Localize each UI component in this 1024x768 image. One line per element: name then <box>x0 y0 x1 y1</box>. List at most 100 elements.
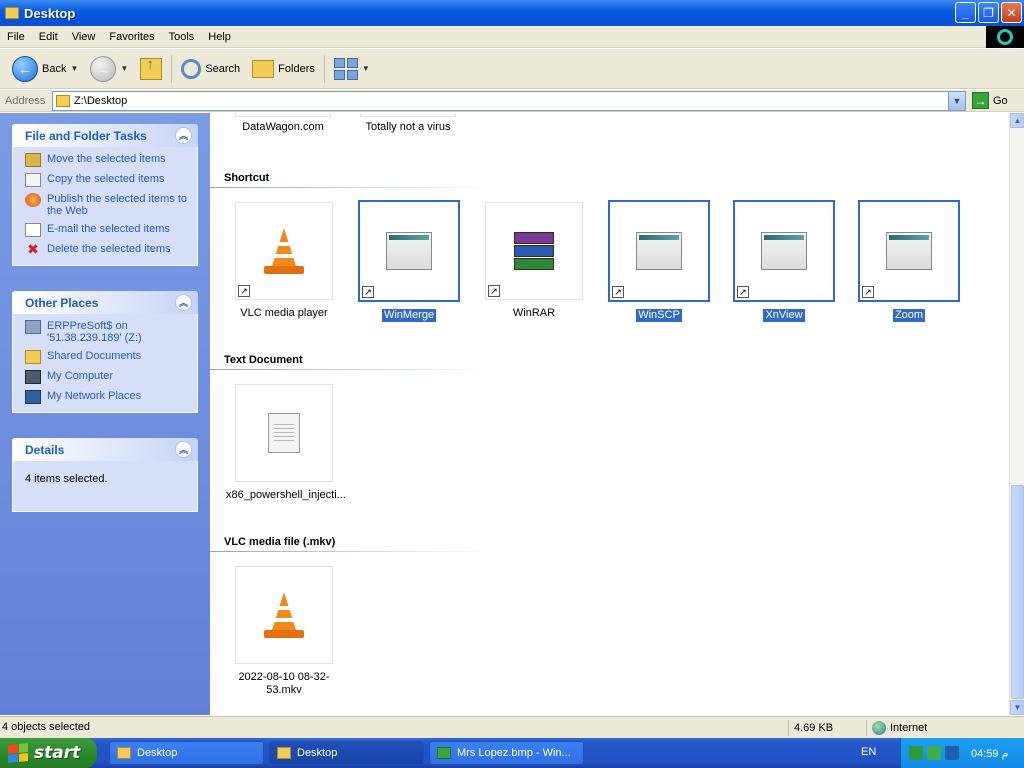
task-pane: File and Folder Tasks ︽ Move the selecte… <box>0 113 210 715</box>
file-item-winrar[interactable]: ↗ WinRAR <box>474 202 594 320</box>
file-item-vlc[interactable]: ↗ VLC media player <box>224 202 344 320</box>
place-shared-documents[interactable]: Shared Documents <box>25 350 189 364</box>
tray-monitor-icon[interactable] <box>945 746 959 760</box>
paint-icon <box>437 747 451 759</box>
folders-label: Folders <box>278 62 315 75</box>
place-network-drive[interactable]: ERPPreSoft$ on '51.38.239.189' (Z:) <box>25 320 189 344</box>
menu-favorites[interactable]: Favorites <box>102 31 161 43</box>
language-indicator[interactable]: EN <box>861 746 876 758</box>
file-item-winmerge[interactable]: ↗ WinMerge <box>349 200 469 323</box>
back-button[interactable]: ← Back ▼ <box>6 52 84 86</box>
folders-button[interactable]: Folders <box>246 52 321 86</box>
shortcut-arrow-icon: ↗ <box>488 285 500 297</box>
chevron-down-icon[interactable]: ▼ <box>120 64 128 73</box>
panel-body: Move the selected items Copy the selecte… <box>12 147 198 266</box>
menu-help[interactable]: Help <box>201 31 238 43</box>
file-item-text-document[interactable]: x86_powershell_injecti... <box>224 384 346 502</box>
tray-network-icon[interactable] <box>909 746 923 760</box>
text-document-icon <box>268 413 300 453</box>
panel-body: 4 items selected. <box>12 461 198 512</box>
scroll-up-icon[interactable]: ▲ <box>1010 113 1024 128</box>
panel-title: Other Places <box>25 295 99 310</box>
menu-view[interactable]: View <box>65 31 103 43</box>
panel-header[interactable]: Other Places ︽ <box>12 291 198 314</box>
menu-tools[interactable]: Tools <box>162 31 202 43</box>
item-thumbnail <box>235 384 333 482</box>
group-divider <box>210 551 490 552</box>
place-my-computer[interactable]: My Computer <box>25 370 189 384</box>
item-label: 2022-08-10 08-32-53.mkv <box>238 671 330 696</box>
file-folder-tasks-panel: File and Folder Tasks ︽ Move the selecte… <box>12 124 198 266</box>
item-thumbnail: ↗ <box>358 200 460 302</box>
task-copy[interactable]: Copy the selected items <box>25 173 189 187</box>
collapse-icon[interactable]: ︽ <box>175 127 192 144</box>
menu-edit[interactable]: Edit <box>32 31 65 43</box>
item-label: XnView <box>762 308 806 323</box>
chevron-down-icon[interactable]: ▼ <box>70 64 78 73</box>
panel-header[interactable]: File and Folder Tasks ︽ <box>12 124 198 147</box>
item-thumbnail: ↗ <box>485 202 583 300</box>
application-window-icon <box>886 232 932 270</box>
maximize-button[interactable]: ❐ <box>978 2 999 23</box>
close-button[interactable]: ✕ <box>1001 2 1022 23</box>
chevron-down-icon[interactable]: ▼ <box>362 64 370 73</box>
collapse-icon[interactable]: ︽ <box>175 441 192 458</box>
toolbar-separator <box>171 54 173 83</box>
taskbar-item-desktop-2[interactable]: Desktop <box>269 741 424 765</box>
task-email[interactable]: E-mail the selected items <box>25 223 189 237</box>
file-item-winscp[interactable]: ↗ WinSCP <box>599 200 719 323</box>
start-button[interactable]: start <box>0 738 97 768</box>
address-value: Z:\Desktop <box>74 95 128 107</box>
shortcut-arrow-icon: ↗ <box>612 286 624 298</box>
item-label: WinRAR <box>512 307 556 319</box>
file-item[interactable]: Totally not a virus <box>353 113 463 134</box>
folders-icon <box>252 59 275 78</box>
file-item-xnview[interactable]: ↗ XnView <box>724 200 844 323</box>
shortcut-arrow-icon: ↗ <box>862 286 874 298</box>
search-button[interactable]: Search <box>175 52 246 86</box>
file-item-zoom[interactable]: ↗ Zoom <box>849 200 969 323</box>
task-delete[interactable]: ✖ Delete the selected items <box>25 241 189 257</box>
scroll-down-icon[interactable]: ▼ <box>1010 700 1024 715</box>
menu-bar: File Edit View Favorites Tools Help <box>0 26 1024 48</box>
address-label: Address <box>5 94 46 107</box>
go-button[interactable]: → Go <box>972 92 1008 109</box>
file-item-mkv[interactable]: 2022-08-10 08-32-53.mkv <box>224 566 344 697</box>
address-input[interactable]: Z:\Desktop ▼ <box>52 91 966 111</box>
task-label: Move the selected items <box>47 153 166 165</box>
network-places-icon <box>25 390 41 404</box>
panel-header[interactable]: Details ︽ <box>12 438 198 461</box>
views-button[interactable]: ▼ <box>328 52 376 86</box>
vertical-scrollbar[interactable]: ▲ ▼ <box>1009 113 1024 715</box>
place-my-network[interactable]: My Network Places <box>25 390 189 404</box>
publish-icon <box>25 193 41 207</box>
minimize-button[interactable]: _ <box>955 2 976 23</box>
taskbar-item-paint[interactable]: Mrs Lopez.bmp - Win... <box>429 741 584 765</box>
file-item[interactable]: DataWagon.com <box>228 113 338 134</box>
folder-icon <box>5 7 19 19</box>
scrollbar-thumb[interactable] <box>1011 485 1024 699</box>
application-window-icon <box>636 232 682 270</box>
tray-status-icon[interactable] <box>927 746 941 760</box>
views-icon <box>333 57 358 80</box>
group-header-shortcut: Shortcut <box>224 172 270 184</box>
search-label: Search <box>205 62 241 75</box>
status-bar: 4 objects selected 4.69 KB Internet <box>0 716 1024 738</box>
folder-icon <box>117 747 131 759</box>
status-selection: 4 objects selected <box>2 721 91 733</box>
place-label: Shared Documents <box>47 350 142 362</box>
details-panel: Details ︽ 4 items selected. <box>12 438 198 512</box>
application-window-icon <box>386 232 432 270</box>
taskbar-item-desktop-1[interactable]: Desktop <box>109 741 264 765</box>
up-folder-button[interactable] <box>134 52 168 86</box>
task-move[interactable]: Move the selected items <box>25 153 189 167</box>
item-thumbnail <box>235 566 333 664</box>
menu-file[interactable]: File <box>0 31 32 43</box>
task-publish[interactable]: Publish the selected items to the Web <box>25 193 189 217</box>
collapse-icon[interactable]: ︽ <box>175 294 192 311</box>
forward-button[interactable]: → ▼ <box>84 52 134 86</box>
delete-icon: ✖ <box>27 241 39 257</box>
task-label: Publish the selected items to the Web <box>47 193 188 217</box>
address-dropdown-icon[interactable]: ▼ <box>948 92 965 110</box>
item-thumbnail: ↗ <box>608 200 710 302</box>
